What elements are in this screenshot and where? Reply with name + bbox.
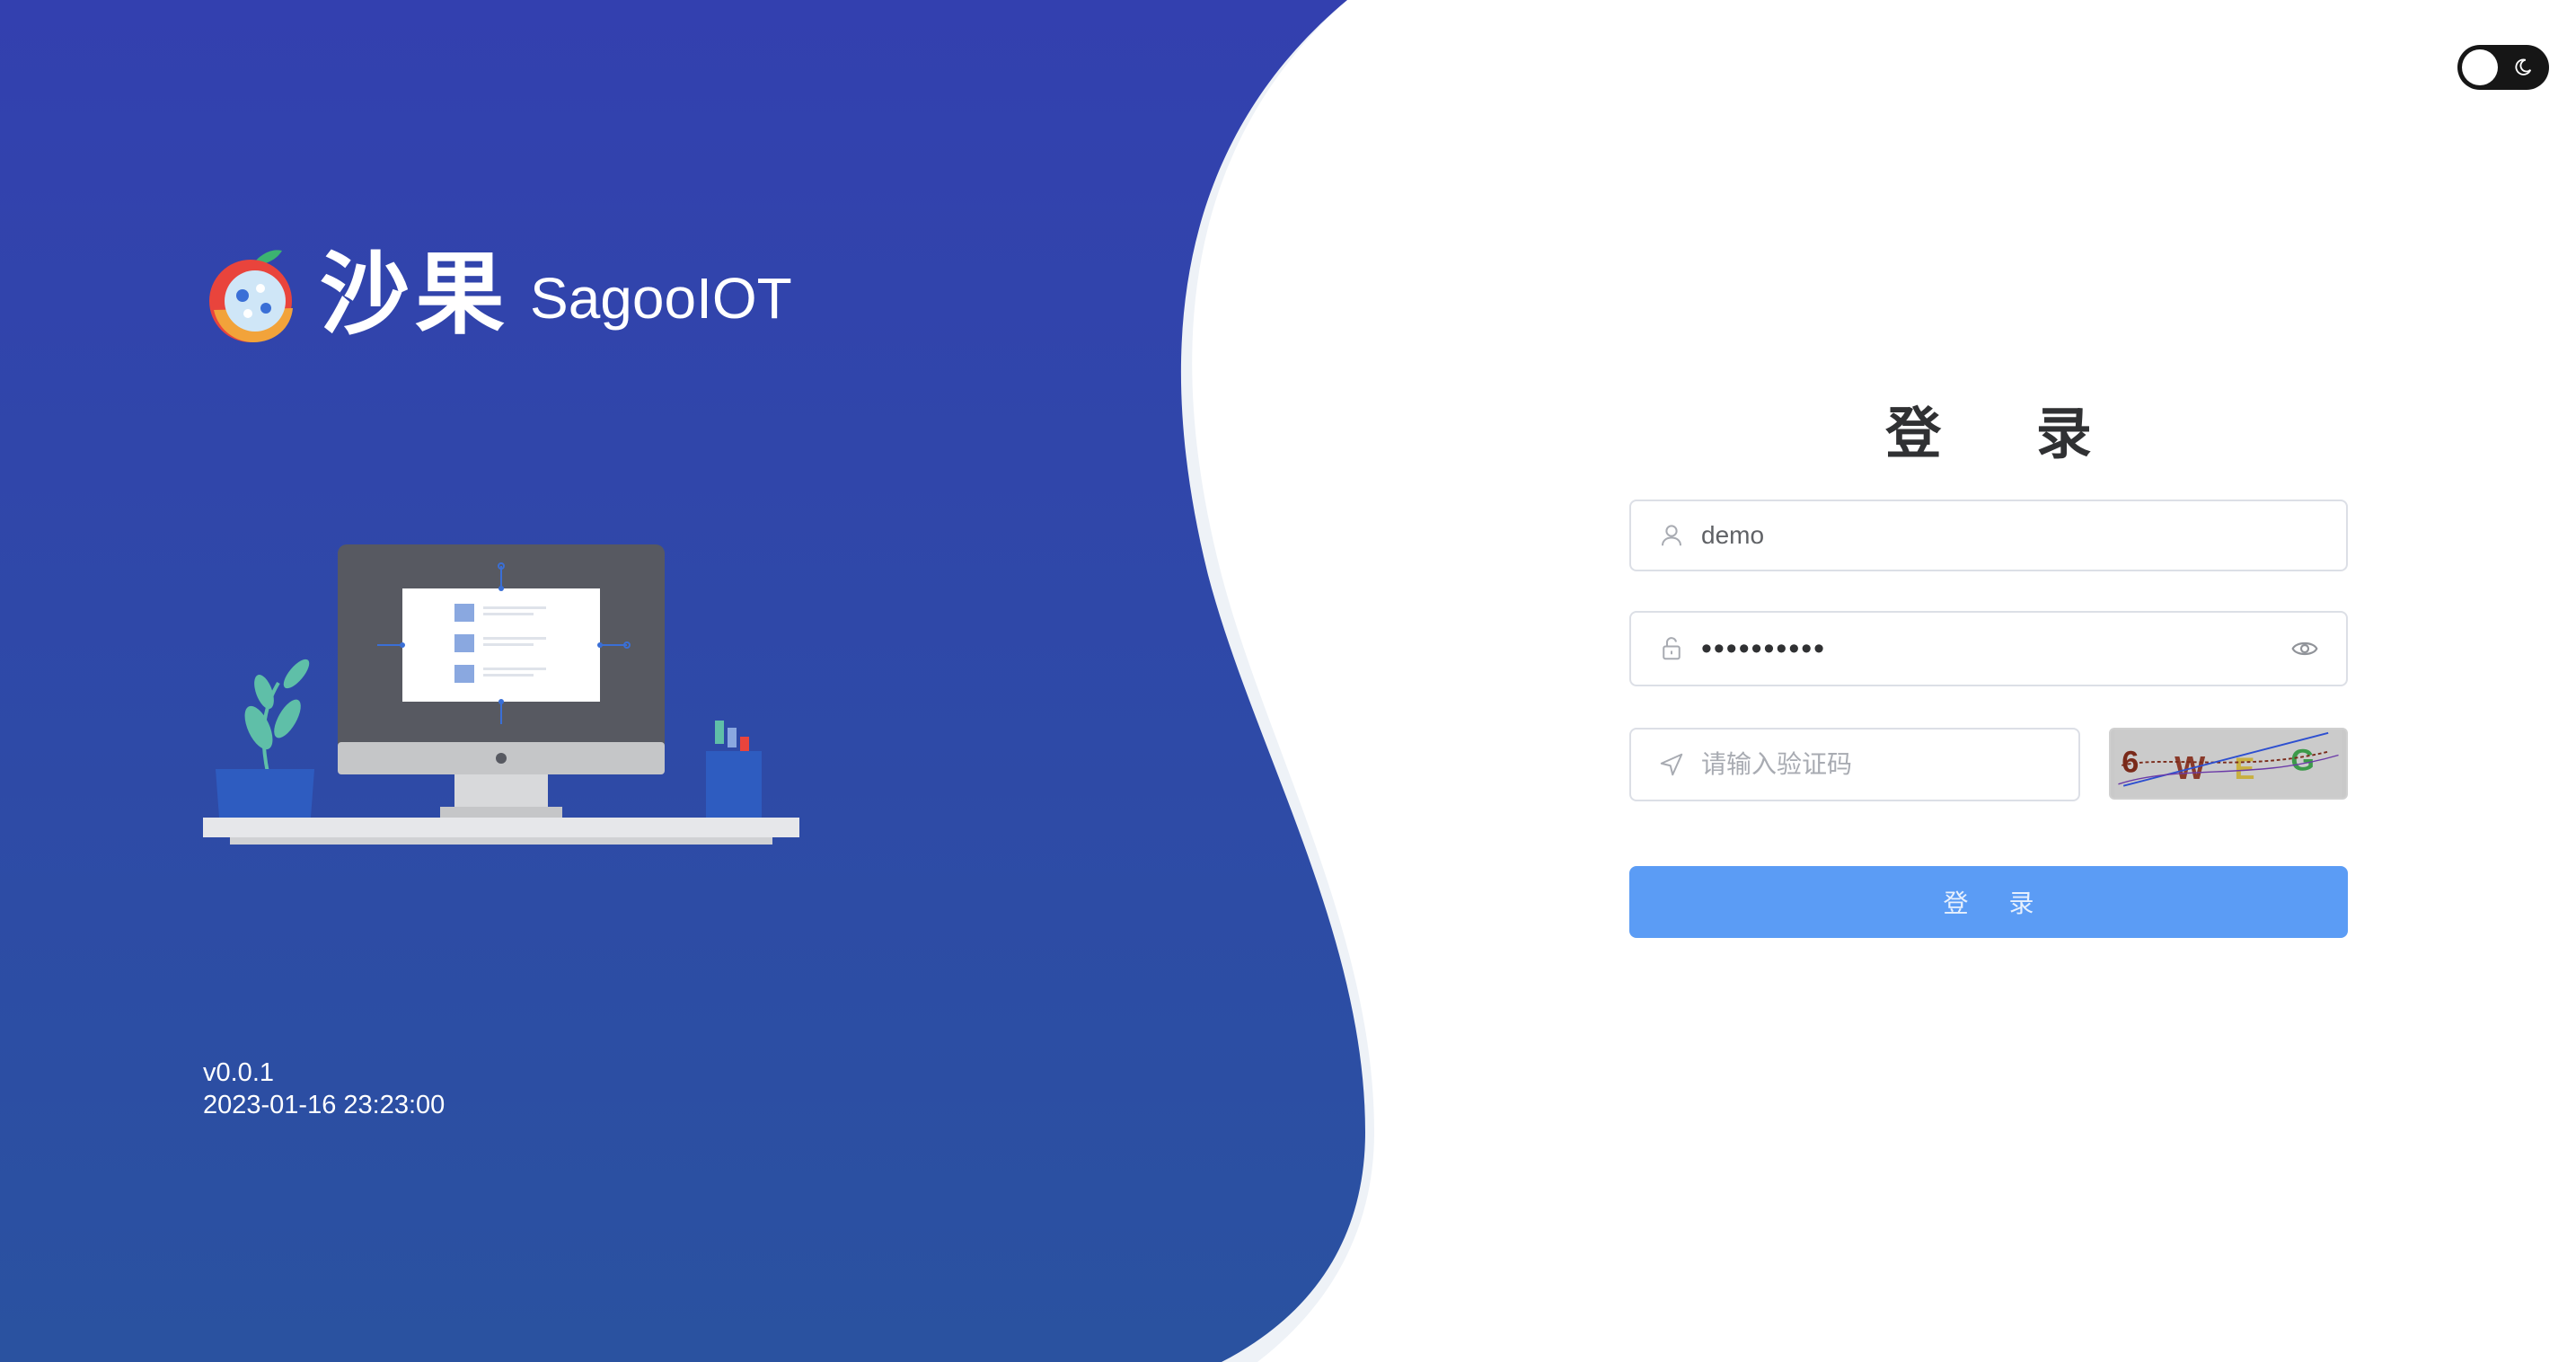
username-field[interactable] [1629, 500, 2348, 571]
eye-icon[interactable] [2290, 634, 2319, 663]
toggle-knob [2462, 49, 2498, 85]
captcha-field[interactable] [1629, 728, 2080, 801]
login-button[interactable]: 登 录 [1629, 866, 2348, 938]
login-title: 登 录 [1885, 401, 2130, 466]
brand-name-cn: 沙果 [320, 242, 510, 347]
captcha-image[interactable]: 6 W E G [2109, 728, 2348, 800]
captcha-input[interactable] [1701, 750, 2078, 779]
theme-toggle-switch[interactable] [2457, 45, 2549, 90]
desk-computer-illustration [203, 544, 799, 845]
captcha-char-4: G [2290, 744, 2315, 778]
version-number: v0.0.1 [203, 1058, 274, 1087]
login-page: 沙果 SagooIOT v0.0.1 2023-01-16 23:23:00 登… [0, 0, 2576, 1362]
password-input[interactable] [1701, 631, 2290, 667]
send-icon [1660, 753, 1683, 776]
brand-header: 沙果 SagooIOT [201, 244, 792, 345]
captcha-graphic: 6 W E G [2114, 730, 2342, 798]
user-icon [1662, 525, 1681, 546]
version-info: v0.0.1 2023-01-16 23:23:00 [203, 1057, 445, 1121]
brand-name-en: SagooIOT [530, 266, 792, 331]
build-time: 2023-01-16 23:23:00 [203, 1091, 446, 1119]
moon-icon [2515, 58, 2532, 75]
sagoo-logo-icon [209, 250, 293, 342]
username-input[interactable] [1701, 521, 2346, 550]
password-field[interactable] [1629, 611, 2348, 686]
lock-icon [1663, 637, 1681, 660]
